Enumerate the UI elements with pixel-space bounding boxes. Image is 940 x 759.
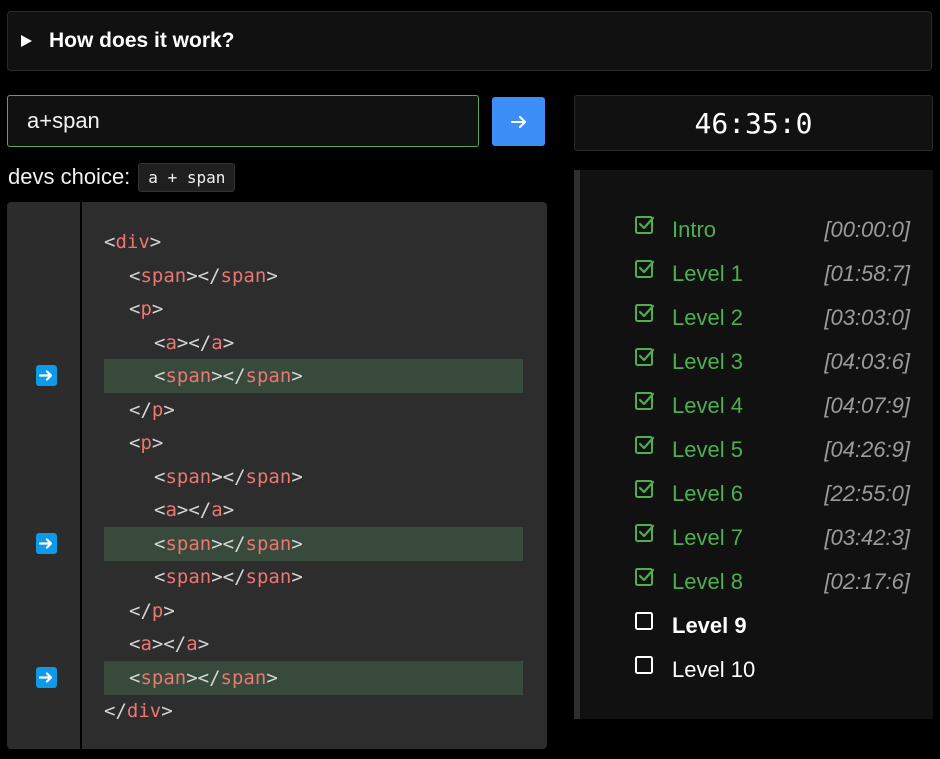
level-time: [04:03:6] [824, 349, 910, 374]
checkbox-icon [635, 435, 655, 454]
checkbox-icon [635, 567, 655, 586]
code-line-matched: <span></span> [104, 660, 523, 695]
checkbox-icon [635, 523, 655, 542]
code-line-matched: <span></span> [104, 526, 523, 561]
checkbox-icon [635, 347, 655, 366]
checkbox-icon [635, 611, 653, 630]
code-gutter [7, 202, 80, 749]
arrow-right-icon [510, 115, 526, 128]
checkbox-icon [635, 259, 655, 278]
level-item[interactable]: Level 7 [03:42:3] [635, 516, 910, 560]
code-line: </div> [104, 700, 173, 722]
level-name: Level 1 [672, 261, 743, 286]
code-line: <div> [104, 231, 162, 253]
arrow-right-marker-icon [36, 666, 57, 688]
level-time: [01:58:7] [824, 261, 910, 286]
checkbox-icon [635, 303, 655, 322]
arrow-right-marker-icon [36, 532, 57, 554]
level-name: Level 9 [672, 613, 747, 638]
code-line: <span></span> [154, 465, 303, 488]
level-item[interactable]: Level 1 [01:58:7] [635, 252, 910, 296]
code-editor: <div> <span></span> <p> <a></a> <span></span… [82, 202, 547, 749]
checkbox-icon [635, 655, 653, 674]
level-name: Level 7 [672, 525, 743, 550]
disclosure-triangle-icon [21, 35, 32, 47]
arrow-right-marker-icon [36, 365, 57, 386]
level-item[interactable]: Level 8 [02:17:6] [635, 560, 910, 604]
level-item[interactable]: Level 5 [04:26:9] [635, 428, 910, 472]
level-name: Intro [672, 217, 717, 242]
how-it-works-label: How does it work? [49, 29, 235, 52]
code-line: <p> [129, 298, 164, 320]
code-line: <a></a> [154, 499, 235, 521]
level-name: Level 10 [672, 657, 756, 682]
code-line: <span></span> [154, 566, 303, 588]
code-line: <a></a> [154, 331, 235, 354]
code-line-matched: <span></span> [104, 359, 523, 393]
code-line: </p> [129, 398, 175, 421]
checkbox-icon [635, 479, 655, 498]
level-item[interactable]: Level 2 [03:03:0] [635, 296, 910, 340]
devs-choice-code: a + span [138, 162, 236, 192]
level-name: Level 2 [672, 305, 743, 330]
level-item[interactable]: Intro [00:00:0] [635, 208, 910, 252]
level-item[interactable]: Level 9 [635, 604, 910, 648]
level-item[interactable]: Level 3 [04:03:6] [635, 340, 910, 384]
level-name: Level 3 [672, 349, 743, 374]
level-name: Level 4 [672, 393, 743, 418]
checkbox-icon [635, 215, 655, 234]
level-item[interactable]: Level 4 [04:07:9] [635, 384, 910, 428]
selector-input-wrapper[interactable] [7, 95, 479, 147]
devs-choice: devs choice: a + span [8, 162, 236, 192]
level-time: [00:00:0] [824, 217, 910, 242]
devs-choice-label: devs choice: [8, 164, 131, 189]
timer: 46:35:0 [574, 95, 933, 151]
selector-input[interactable] [25, 107, 459, 135]
level-time: [04:26:9] [824, 437, 910, 462]
code-line: <a></a> [129, 633, 210, 655]
level-list: Intro [00:00:0] Level 1 [01:58:7] Level 2 [03… [574, 170, 933, 719]
level-time: [03:42:3] [824, 525, 910, 550]
level-item[interactable]: Level 10 [635, 648, 910, 692]
level-name: Level 6 [672, 481, 743, 506]
submit-button[interactable] [492, 97, 545, 146]
level-name: Level 5 [672, 437, 743, 462]
level-time: [22:55:0] [824, 481, 910, 506]
level-time: [02:17:6] [824, 569, 910, 594]
level-name: Level 8 [672, 569, 743, 594]
code-line: <span></span> [129, 264, 278, 287]
level-time: [04:07:9] [824, 393, 910, 418]
code-line: </p> [129, 599, 175, 622]
how-it-works-toggle[interactable]: How does it work? [7, 11, 932, 71]
level-time: [03:03:0] [824, 305, 910, 330]
checkbox-icon [635, 391, 655, 410]
level-item[interactable]: Level 6 [22:55:0] [635, 472, 910, 516]
code-line: <p> [129, 432, 164, 454]
